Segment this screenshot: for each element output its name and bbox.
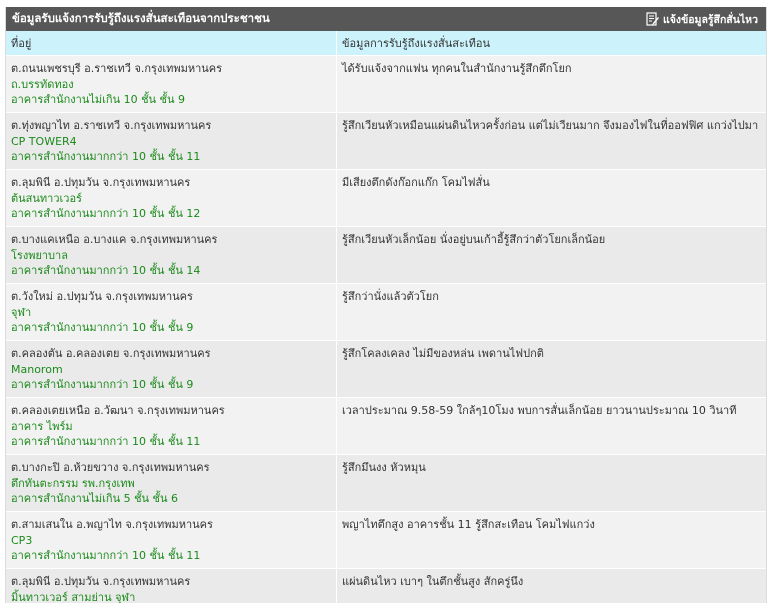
building-text: อาคารสำนักงานมากกว่า 10 ชั้น ชั้น 9: [11, 321, 194, 334]
report-felt-label: แจ้งข้อมูลรู้สึกสั่นไหว: [663, 13, 758, 26]
description-cell: ได้รับแจ้งจากแฟน ทุกคนในสำนักงานรู้สึกตึ…: [336, 56, 766, 112]
table-row: ต.ลุมพินี อ.ปทุมวัน จ.กรุงเทพมหานคร มิ้น…: [6, 568, 766, 603]
place-text: ถ.บรรทัดทอง: [11, 77, 74, 91]
building-text: อาคารสำนักงานมากกว่า 10 ชั้น ชั้น 11: [11, 549, 201, 562]
table-row: ต.บางกะปิ อ.ห้วยขวาง จ.กรุงเทพมหานคร ตึก…: [6, 454, 766, 511]
table-row: ต.วังใหม่ อ.ปทุมวัน จ.กรุงเทพมหานคร จุฬา…: [6, 283, 766, 340]
location-cell: ต.บางกะปิ อ.ห้วยขวาง จ.กรุงเทพมหานคร ตึก…: [6, 455, 336, 511]
place-text: ต้นสนทาวเวอร์: [11, 191, 82, 205]
building-text: อาคารสำนักงานมากกว่า 10 ชั้น ชั้น 11: [11, 435, 201, 448]
table-row: ต.สามเสนใน อ.พญาไท จ.กรุงเทพมหานคร CP3 อ…: [6, 511, 766, 568]
report-felt-link[interactable]: แจ้งข้อมูลรู้สึกสั่นไหว: [646, 11, 758, 28]
location-text: ต.ลุมพินี อ.ปทุมวัน จ.กรุงเทพมหานคร: [11, 176, 191, 189]
description-cell: รู้สึกว่านั่งแล้วตัวโยก: [336, 284, 766, 340]
location-text: ต.ถนนเพชรบุรี อ.ราชเทวี จ.กรุงเทพมหานคร: [11, 62, 223, 75]
location-cell: ต.คลองตัน อ.คลองเตย จ.กรุงเทพมหานคร Mano…: [6, 341, 336, 397]
place-text: Manorom: [11, 362, 63, 376]
location-text: ต.วังใหม่ อ.ปทุมวัน จ.กรุงเทพมหานคร: [11, 290, 193, 303]
location-text: ต.ลุมพินี อ.ปทุมวัน จ.กรุงเทพมหานคร: [11, 575, 191, 588]
reports-table-body: ต.ถนนเพชรบุรี อ.ราชเทวี จ.กรุงเทพมหานคร …: [6, 55, 766, 603]
table-row: ต.ลุมพินี อ.ปทุมวัน จ.กรุงเทพมหานคร ต้นส…: [6, 169, 766, 226]
table-row: ต.ถนนเพชรบุรี อ.ราชเทวี จ.กรุงเทพมหานคร …: [6, 55, 766, 112]
place-text: CP TOWER4: [11, 134, 77, 148]
location-cell: ต.บางแคเหนือ อ.บางแค จ.กรุงเทพมหานคร โรง…: [6, 227, 336, 283]
location-text: ต.คลองตัน อ.คลองเตย จ.กรุงเทพมหานคร: [11, 347, 211, 360]
location-text: ต.บางกะปิ อ.ห้วยขวาง จ.กรุงเทพมหานคร: [11, 461, 210, 474]
edit-note-icon: [646, 12, 660, 26]
table-row: ต.ทุ่งพญาไท อ.ราชเทวี จ.กรุงเทพมหานคร CP…: [6, 112, 766, 169]
description-cell: พญาไทตึกสูง อาคารชั้น 11 รู้สึกสะเทือน โ…: [336, 512, 766, 568]
location-cell: ต.วังใหม่ อ.ปทุมวัน จ.กรุงเทพมหานคร จุฬา…: [6, 284, 336, 340]
location-cell: ต.คลองเตยเหนือ อ.วัฒนา จ.กรุงเทพมหานคร อ…: [6, 398, 336, 454]
description-cell: รู้สึกเวียนหัวเล็กน้อย นั่งอยู่บนเก้าอี้…: [336, 227, 766, 283]
location-cell: ต.ลุมพินี อ.ปทุมวัน จ.กรุงเทพมหานคร มิ้น…: [6, 569, 336, 603]
building-text: อาคารสำนักงานมากกว่า 10 ชั้น ชั้น 14: [11, 264, 201, 277]
column-header-location: ที่อยู่: [11, 37, 32, 50]
location-text: ต.บางแคเหนือ อ.บางแค จ.กรุงเทพมหานคร: [11, 233, 218, 246]
location-cell: ต.ลุมพินี อ.ปทุมวัน จ.กรุงเทพมหานคร ต้นส…: [6, 170, 336, 226]
place-text: โรงพยาบาล: [11, 248, 68, 262]
table-row: ต.คลองตัน อ.คลองเตย จ.กรุงเทพมหานคร Mano…: [6, 340, 766, 397]
building-text: อาคารสำนักงานไม่เกิน 5 ชั้น ชั้น 6: [11, 492, 179, 505]
table-header: ที่อยู่ ข้อมูลการรับรู้ถึงแรงสั่นสะเทือน: [6, 31, 766, 55]
building-text: อาคารสำนักงานมากกว่า 10 ชั้น ชั้น 11: [11, 150, 201, 163]
place-text: CP3: [11, 533, 33, 547]
place-text: อาคาร ไพร์ม: [11, 419, 73, 433]
felt-reports-panel: ข้อมูลรับแจ้งการรับรู้ถึงแรงสั่นสะเทือนจ…: [5, 7, 767, 603]
description-cell: มีเสียงตึกดังก๊อกแก๊ก โคมไฟสั่น: [336, 170, 766, 226]
column-header-description: ข้อมูลการรับรู้ถึงแรงสั่นสะเทือน: [336, 31, 766, 55]
building-text: อาคารสำนักงานมากกว่า 10 ชั้น ชั้น 9: [11, 378, 194, 391]
description-cell: แผ่นดินไหว เบาๆ ในตึกชั้นสูง สักครู่นึง: [336, 569, 766, 603]
location-cell: ต.สามเสนใน อ.พญาไท จ.กรุงเทพมหานคร CP3 อ…: [6, 512, 336, 568]
building-text: อาคารสำนักงานไม่เกิน 10 ชั้น ชั้น 9: [11, 93, 186, 106]
place-text: จุฬา: [11, 305, 32, 319]
description-cell: เวลาประมาณ 9.58-59 ใกล้ๆ10โมง พบการสั่นเ…: [336, 398, 766, 454]
panel-title: ข้อมูลรับแจ้งการรับรู้ถึงแรงสั่นสะเทือนจ…: [12, 11, 270, 25]
description-cell: รู้สึกมึนงง หัวหมุน: [336, 455, 766, 511]
building-text: อาคารสำนักงานมากกว่า 10 ชั้น ชั้น 12: [11, 207, 201, 220]
location-cell: ต.ทุ่งพญาไท อ.ราชเทวี จ.กรุงเทพมหานคร CP…: [6, 113, 336, 169]
table-row: ต.คลองเตยเหนือ อ.วัฒนา จ.กรุงเทพมหานคร อ…: [6, 397, 766, 454]
description-cell: รู้สึกโคลงเคลง ไม่มีของหล่น เพดานไฟปกติ: [336, 341, 766, 397]
description-cell: รู้สึกเวียนหัวเหมือนแผ่นดินไหวครั้งก่อน …: [336, 113, 766, 169]
location-text: ต.คลองเตยเหนือ อ.วัฒนา จ.กรุงเทพมหานคร: [11, 404, 225, 417]
location-text: ต.ทุ่งพญาไท อ.ราชเทวี จ.กรุงเทพมหานคร: [11, 119, 212, 132]
location-cell: ต.ถนนเพชรบุรี อ.ราชเทวี จ.กรุงเทพมหานคร …: [6, 56, 336, 112]
place-text: มิ้นทาวเวอร์ สามย่าน จุฬา: [11, 590, 136, 603]
panel-header: ข้อมูลรับแจ้งการรับรู้ถึงแรงสั่นสะเทือนจ…: [6, 7, 766, 31]
place-text: ตึกทันตะกรรม รพ.กรุงเทพ: [11, 476, 135, 490]
location-text: ต.สามเสนใน อ.พญาไท จ.กรุงเทพมหานคร: [11, 518, 213, 531]
table-row: ต.บางแคเหนือ อ.บางแค จ.กรุงเทพมหานคร โรง…: [6, 226, 766, 283]
